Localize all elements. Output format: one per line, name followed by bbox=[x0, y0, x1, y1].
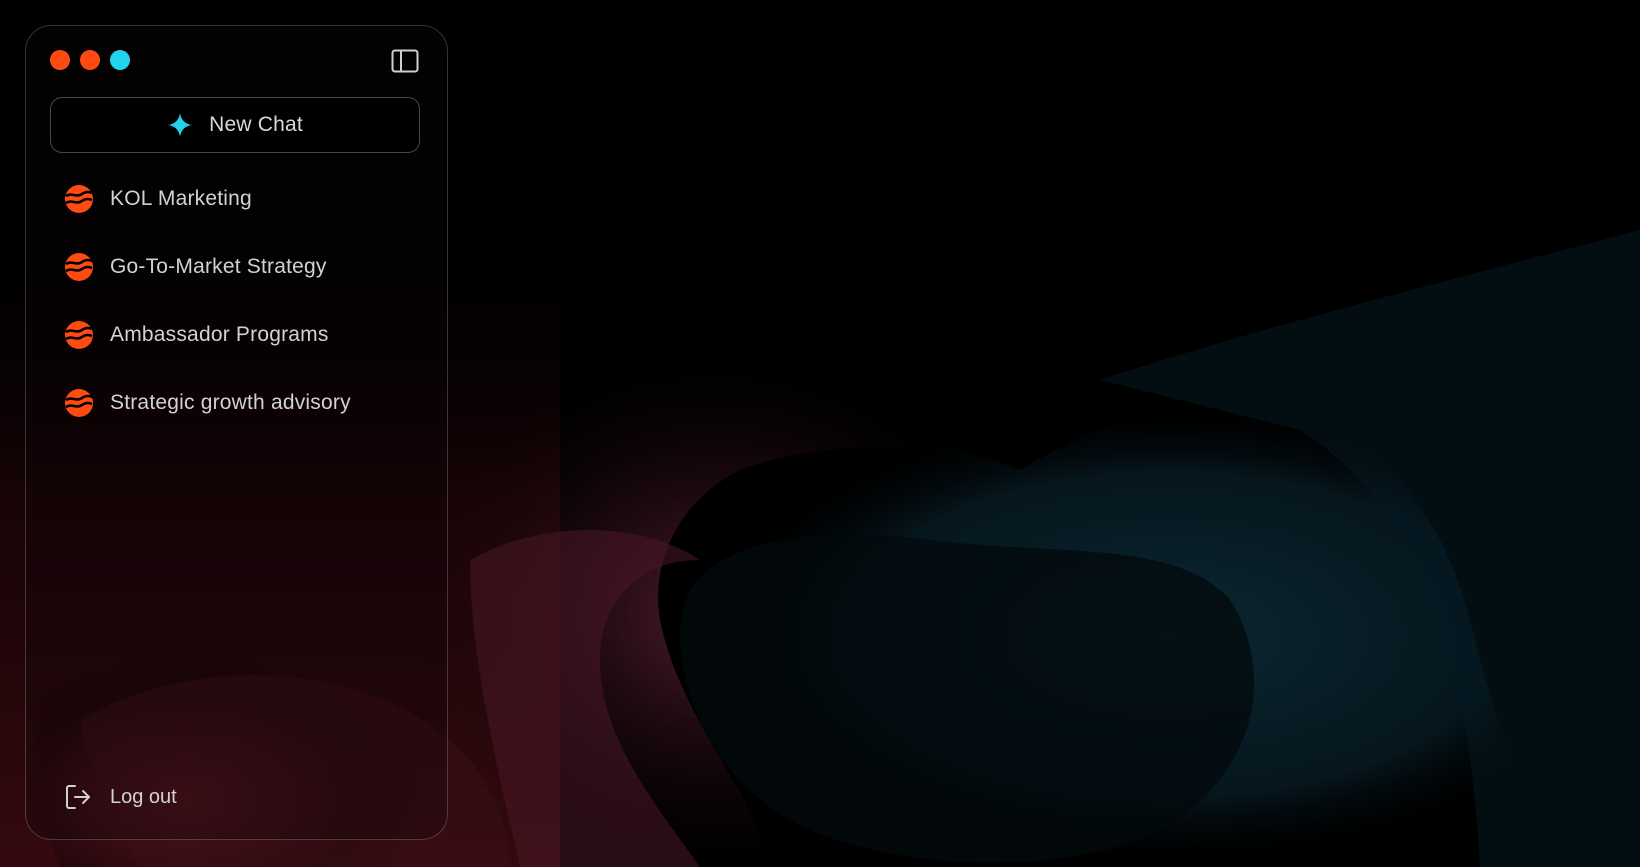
new-chat-button[interactable]: New Chat bbox=[50, 97, 420, 153]
brand-logo-icon bbox=[65, 185, 93, 213]
brand-logo-icon bbox=[65, 389, 93, 417]
logout-button[interactable]: Log out bbox=[64, 783, 177, 811]
chat-item-kol-marketing[interactable]: KOL Marketing bbox=[64, 181, 424, 217]
chat-list: KOL Marketing Go-To-Market Strategy Amba… bbox=[64, 181, 424, 453]
app-window: New Chat KOL Marketing Go-To-Market Stra… bbox=[0, 0, 1640, 867]
maximize-window-button[interactable] bbox=[110, 50, 130, 70]
logout-label: Log out bbox=[110, 785, 177, 808]
new-chat-label: New Chat bbox=[209, 113, 303, 136]
chat-item-label: Ambassador Programs bbox=[110, 323, 329, 346]
minimize-window-button[interactable] bbox=[80, 50, 100, 70]
close-window-button[interactable] bbox=[50, 50, 70, 70]
chat-item-label: Go-To-Market Strategy bbox=[110, 255, 327, 278]
sparkle-icon bbox=[168, 113, 193, 137]
logout-icon bbox=[66, 785, 90, 809]
brand-logo-icon bbox=[65, 321, 93, 349]
chat-item-go-to-market-strategy[interactable]: Go-To-Market Strategy bbox=[64, 249, 424, 285]
chat-item-label: KOL Marketing bbox=[110, 187, 252, 210]
chat-item-label: Strategic growth advisory bbox=[110, 391, 351, 414]
sidebar-panel-icon[interactable] bbox=[391, 49, 419, 73]
chat-item-strategic-growth-advisory[interactable]: Strategic growth advisory bbox=[64, 385, 424, 421]
brand-logo-icon bbox=[65, 253, 93, 281]
window-controls bbox=[50, 50, 130, 70]
sidebar-panel: New Chat KOL Marketing Go-To-Market Stra… bbox=[25, 25, 448, 840]
chat-item-ambassador-programs[interactable]: Ambassador Programs bbox=[64, 317, 424, 353]
